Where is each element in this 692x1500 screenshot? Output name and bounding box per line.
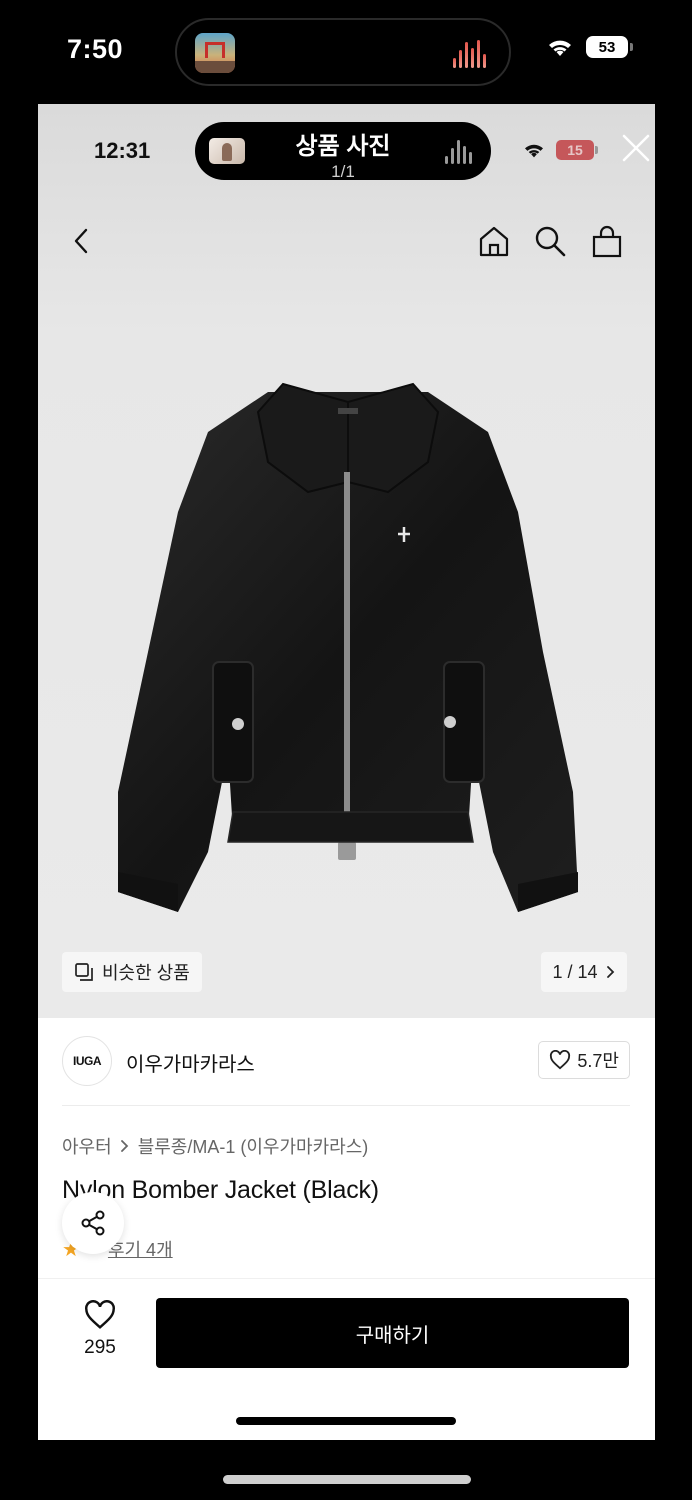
breadcrumb-item[interactable]: 아우터 — [62, 1133, 112, 1159]
buy-button[interactable]: 구매하기 — [156, 1298, 629, 1368]
outer-clock: 7:50 — [67, 34, 124, 64]
breadcrumb: 아우터 블루종/MA-1 (이우가마카라스) — [62, 1133, 368, 1159]
similar-products-button[interactable]: 비슷한 상품 — [62, 952, 202, 992]
breadcrumb-item[interactable]: 블루종/MA-1 (이우가마카라스) — [138, 1133, 369, 1159]
product-jacket-image — [118, 382, 578, 912]
similar-products-label: 비슷한 상품 — [102, 963, 190, 983]
search-icon — [535, 226, 566, 257]
home-button[interactable] — [474, 221, 514, 261]
wifi-icon — [525, 144, 543, 158]
top-navigation — [38, 212, 655, 270]
home-icon — [479, 226, 509, 257]
outer-home-indicator[interactable] — [223, 1475, 471, 1484]
brand-logo-text: IUGA — [73, 1054, 102, 1068]
divider — [62, 1105, 630, 1106]
chevron-right-icon — [120, 1140, 128, 1152]
similar-icon — [75, 963, 93, 981]
now-playing-thumbnail — [195, 33, 235, 73]
inner-status-icons: 15 — [522, 140, 598, 160]
inner-clock: 12:31 — [94, 138, 151, 163]
close-viewer-button[interactable] — [618, 130, 654, 166]
inner-home-indicator[interactable] — [236, 1417, 456, 1425]
audio-waveform-icon — [453, 40, 491, 68]
outer-status-bar: 7:50 53 — [0, 0, 692, 100]
share-button[interactable] — [62, 1192, 124, 1254]
brand-like-count: 5.7만 — [577, 1051, 619, 1071]
image-page-indicator[interactable]: 1 / 14 — [541, 952, 627, 992]
close-icon — [622, 134, 650, 162]
wishlist-count: 295 — [84, 1337, 116, 1358]
brand-name[interactable]: 이우가마카라스 — [126, 1048, 255, 1077]
brand-logo[interactable]: IUGA — [62, 1036, 112, 1086]
dynamic-island[interactable] — [175, 18, 511, 86]
bag-icon — [592, 225, 622, 258]
heart-icon — [550, 1050, 571, 1070]
viewer-image-count: 1/1 — [331, 162, 355, 181]
app-screen: 12:31 상품 사진 1/1 15 비슷한 상품 1 / 14 IUGA 이우… — [38, 104, 655, 1440]
cart-button[interactable] — [587, 221, 627, 261]
wishlist-button[interactable]: 295 — [76, 1300, 124, 1359]
outer-battery: 53 — [586, 36, 633, 58]
back-icon — [74, 228, 88, 254]
brand-row[interactable]: IUGA 이우가마카라스 5.7만 — [62, 1036, 630, 1090]
viewer-title: 상품 사진 — [295, 133, 391, 160]
image-page-text: 1 / 14 — [552, 961, 598, 982]
chevron-right-icon — [606, 966, 614, 978]
heart-icon — [85, 1300, 115, 1329]
outer-status-icons: 53 — [546, 36, 633, 58]
share-icon — [81, 1210, 105, 1236]
search-button[interactable] — [530, 221, 570, 261]
bottom-bar-divider — [38, 1278, 655, 1279]
back-button[interactable] — [62, 221, 102, 261]
product-image-viewer[interactable]: 12:31 상품 사진 1/1 15 비슷한 상품 1 / 14 — [38, 104, 655, 1018]
wifi-icon — [549, 40, 571, 56]
inner-battery: 15 — [556, 140, 598, 160]
brand-like-button[interactable]: 5.7만 — [538, 1041, 630, 1079]
